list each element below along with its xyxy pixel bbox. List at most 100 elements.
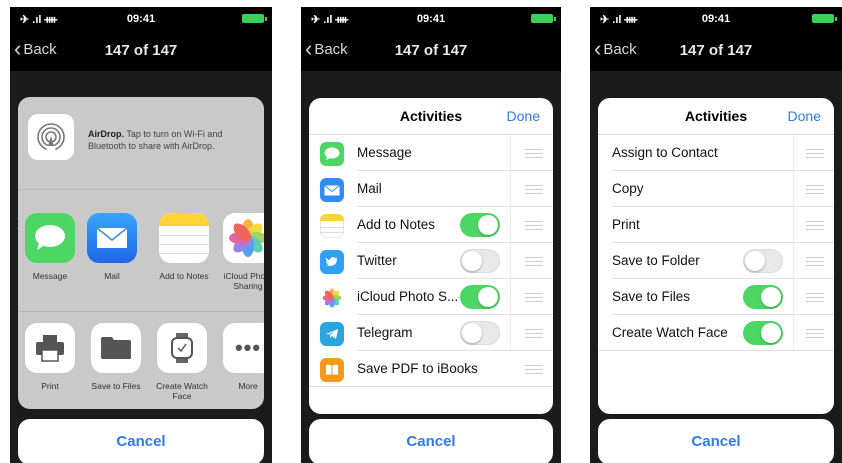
share-app-message[interactable]: Message xyxy=(20,213,80,281)
save-to-files-toggle[interactable] xyxy=(743,285,783,309)
activity-row-save-pdf-to-ibooks[interactable]: Save PDF to iBooks xyxy=(309,351,553,387)
mail-icon xyxy=(320,178,344,202)
battery-icon xyxy=(242,14,267,23)
drag-handle-icon[interactable] xyxy=(806,293,824,302)
share-action-label: Save to Files xyxy=(91,381,141,391)
activity-row-assign-to-contact[interactable]: Assign to Contact xyxy=(598,135,834,171)
status-bar: ✈ .ıl ᚓ 09:41 xyxy=(301,7,561,31)
twitter-icon xyxy=(320,250,344,274)
activity-row-copy[interactable]: Copy xyxy=(598,171,834,207)
cancel-button[interactable]: Cancel xyxy=(309,419,553,463)
airdrop-row[interactable]: AirDrop. Tap to turn on Wi-Fi and Blueto… xyxy=(18,97,264,190)
share-app-icloud-photos[interactable]: iCloud Photo Sharing xyxy=(220,213,264,291)
phone-activities-apps: ✈ .ıl ᚓ 09:41 ‹ Back 147 of 147 Activitie… xyxy=(301,7,561,463)
drag-handle-icon[interactable] xyxy=(525,365,543,374)
activity-row-save-to-files[interactable]: Save to Files xyxy=(598,279,834,315)
drag-handle-icon[interactable] xyxy=(525,149,543,158)
activity-row-icloud-photo-sharing[interactable]: iCloud Photo S... xyxy=(309,279,553,315)
share-action-print[interactable]: Print xyxy=(20,323,80,391)
telegram-icon xyxy=(320,322,344,346)
drag-handle-icon[interactable] xyxy=(525,221,543,230)
share-app-label: Add to Notes xyxy=(159,271,209,281)
share-app-notes[interactable]: Add to Notes xyxy=(154,213,214,281)
nav-bar: ‹ Back 147 of 147 xyxy=(590,33,842,69)
drag-handle-icon[interactable] xyxy=(525,329,543,338)
drag-handle-icon[interactable] xyxy=(806,221,824,230)
status-bar: ✈ .ıl ᚓ 09:41 xyxy=(590,7,842,31)
cancel-button[interactable]: Cancel xyxy=(18,419,264,463)
activity-row-save-to-folder[interactable]: Save to Folder xyxy=(598,243,834,279)
activity-label: iCloud Photo S... xyxy=(357,289,459,304)
icloud-photo-sharing-toggle[interactable] xyxy=(460,285,500,309)
drag-handle-icon[interactable] xyxy=(806,257,824,266)
cancel-button[interactable]: Cancel xyxy=(598,419,834,463)
battery-icon xyxy=(812,14,837,23)
add-to-notes-toggle[interactable] xyxy=(460,213,500,237)
activity-label: Save to Folder xyxy=(612,253,700,268)
twitter-toggle[interactable] xyxy=(460,249,500,273)
activity-label: Message xyxy=(357,145,412,160)
share-sheet: AirDrop. Tap to turn on Wi-Fi and Blueto… xyxy=(18,97,264,409)
drag-handle-icon[interactable] xyxy=(806,329,824,338)
drag-handle-icon[interactable] xyxy=(806,185,824,194)
ibooks-icon xyxy=(320,358,344,382)
status-time: 09:41 xyxy=(701,13,731,25)
notes-icon xyxy=(159,213,209,263)
drag-handle-icon[interactable] xyxy=(525,257,543,266)
activity-row-telegram[interactable]: Telegram xyxy=(309,315,553,351)
airdrop-description: AirDrop. Tap to turn on Wi-Fi and Blueto… xyxy=(88,128,254,152)
activity-label: Add to Notes xyxy=(357,217,436,232)
save-to-folder-toggle[interactable] xyxy=(743,249,783,273)
status-time: 09:41 xyxy=(416,13,446,25)
activity-label: Copy xyxy=(612,181,644,196)
activity-row-twitter[interactable]: Twitter xyxy=(309,243,553,279)
activity-row-message[interactable]: Message xyxy=(309,135,553,171)
nav-bar: ‹ Back 147 of 147 xyxy=(301,33,561,69)
phone-share-sheet: ✈ .ıl ᚓ 09:41 ‹Back 147 of 147 I AirDrop… xyxy=(10,7,272,463)
telegram-toggle[interactable] xyxy=(460,321,500,345)
done-button[interactable]: Done xyxy=(507,108,540,124)
share-app-mail[interactable]: Mail xyxy=(82,213,142,281)
message-icon xyxy=(25,213,75,263)
share-action-more[interactable]: ••• More xyxy=(218,323,264,391)
page-title: 147 of 147 xyxy=(104,42,178,59)
activity-label: Save to Files xyxy=(612,289,691,304)
activity-label: Save PDF to iBooks xyxy=(357,361,478,376)
activities-panel: Activities Done Message Mail Add to Note… xyxy=(309,98,553,414)
activity-label: Telegram xyxy=(357,325,413,340)
share-apps-row: Message Mail Add to Notes iCloud Pho Sha… xyxy=(18,203,264,312)
photos-icon xyxy=(320,286,344,310)
activity-label: Twitter xyxy=(357,253,397,268)
activity-row-print[interactable]: Print xyxy=(598,207,834,243)
activity-label: Mail xyxy=(357,181,382,196)
activity-row-mail[interactable]: Mail xyxy=(309,171,553,207)
drag-handle-icon[interactable] xyxy=(806,149,824,158)
phone-activities-actions: ✈ .ıl ᚓ 09:41 ‹ Back 147 of 147 Activitie… xyxy=(590,7,842,463)
share-action-label: More xyxy=(238,381,258,391)
activity-label: Print xyxy=(612,217,640,232)
drag-handle-icon[interactable] xyxy=(525,293,543,302)
drag-handle-icon[interactable] xyxy=(525,185,543,194)
share-action-save-to-files[interactable]: Save to Files xyxy=(86,323,146,391)
nav-bar: ‹ Back 147 of 147 xyxy=(10,33,272,69)
page-title: 147 of 147 xyxy=(679,42,753,59)
message-icon xyxy=(320,142,344,166)
activity-label: Assign to Contact xyxy=(612,145,718,160)
print-icon xyxy=(25,323,75,373)
more-icon: ••• xyxy=(223,323,264,373)
airdrop-title: AirDrop. xyxy=(88,129,124,139)
activity-row-create-watch-face[interactable]: Create Watch Face xyxy=(598,315,834,351)
status-time: 09:41 xyxy=(126,13,156,25)
done-button[interactable]: Done xyxy=(788,108,821,124)
battery-icon xyxy=(531,14,556,23)
share-app-label: iCloud Photo Sharing xyxy=(223,271,264,291)
activities-panel: Activities Done Assign to Contact Copy P… xyxy=(598,98,834,414)
share-action-label: Create Watch Face xyxy=(156,381,208,401)
page-title: 147 of 147 xyxy=(394,42,468,59)
activity-row-add-to-notes[interactable]: Add to Notes xyxy=(309,207,553,243)
share-app-label: Mail xyxy=(104,271,120,281)
activities-header: Activities Done xyxy=(309,98,553,135)
photos-icon xyxy=(223,213,264,263)
create-watch-face-toggle[interactable] xyxy=(743,321,783,345)
share-action-create-watch-face[interactable]: Create Watch Face xyxy=(152,323,212,401)
